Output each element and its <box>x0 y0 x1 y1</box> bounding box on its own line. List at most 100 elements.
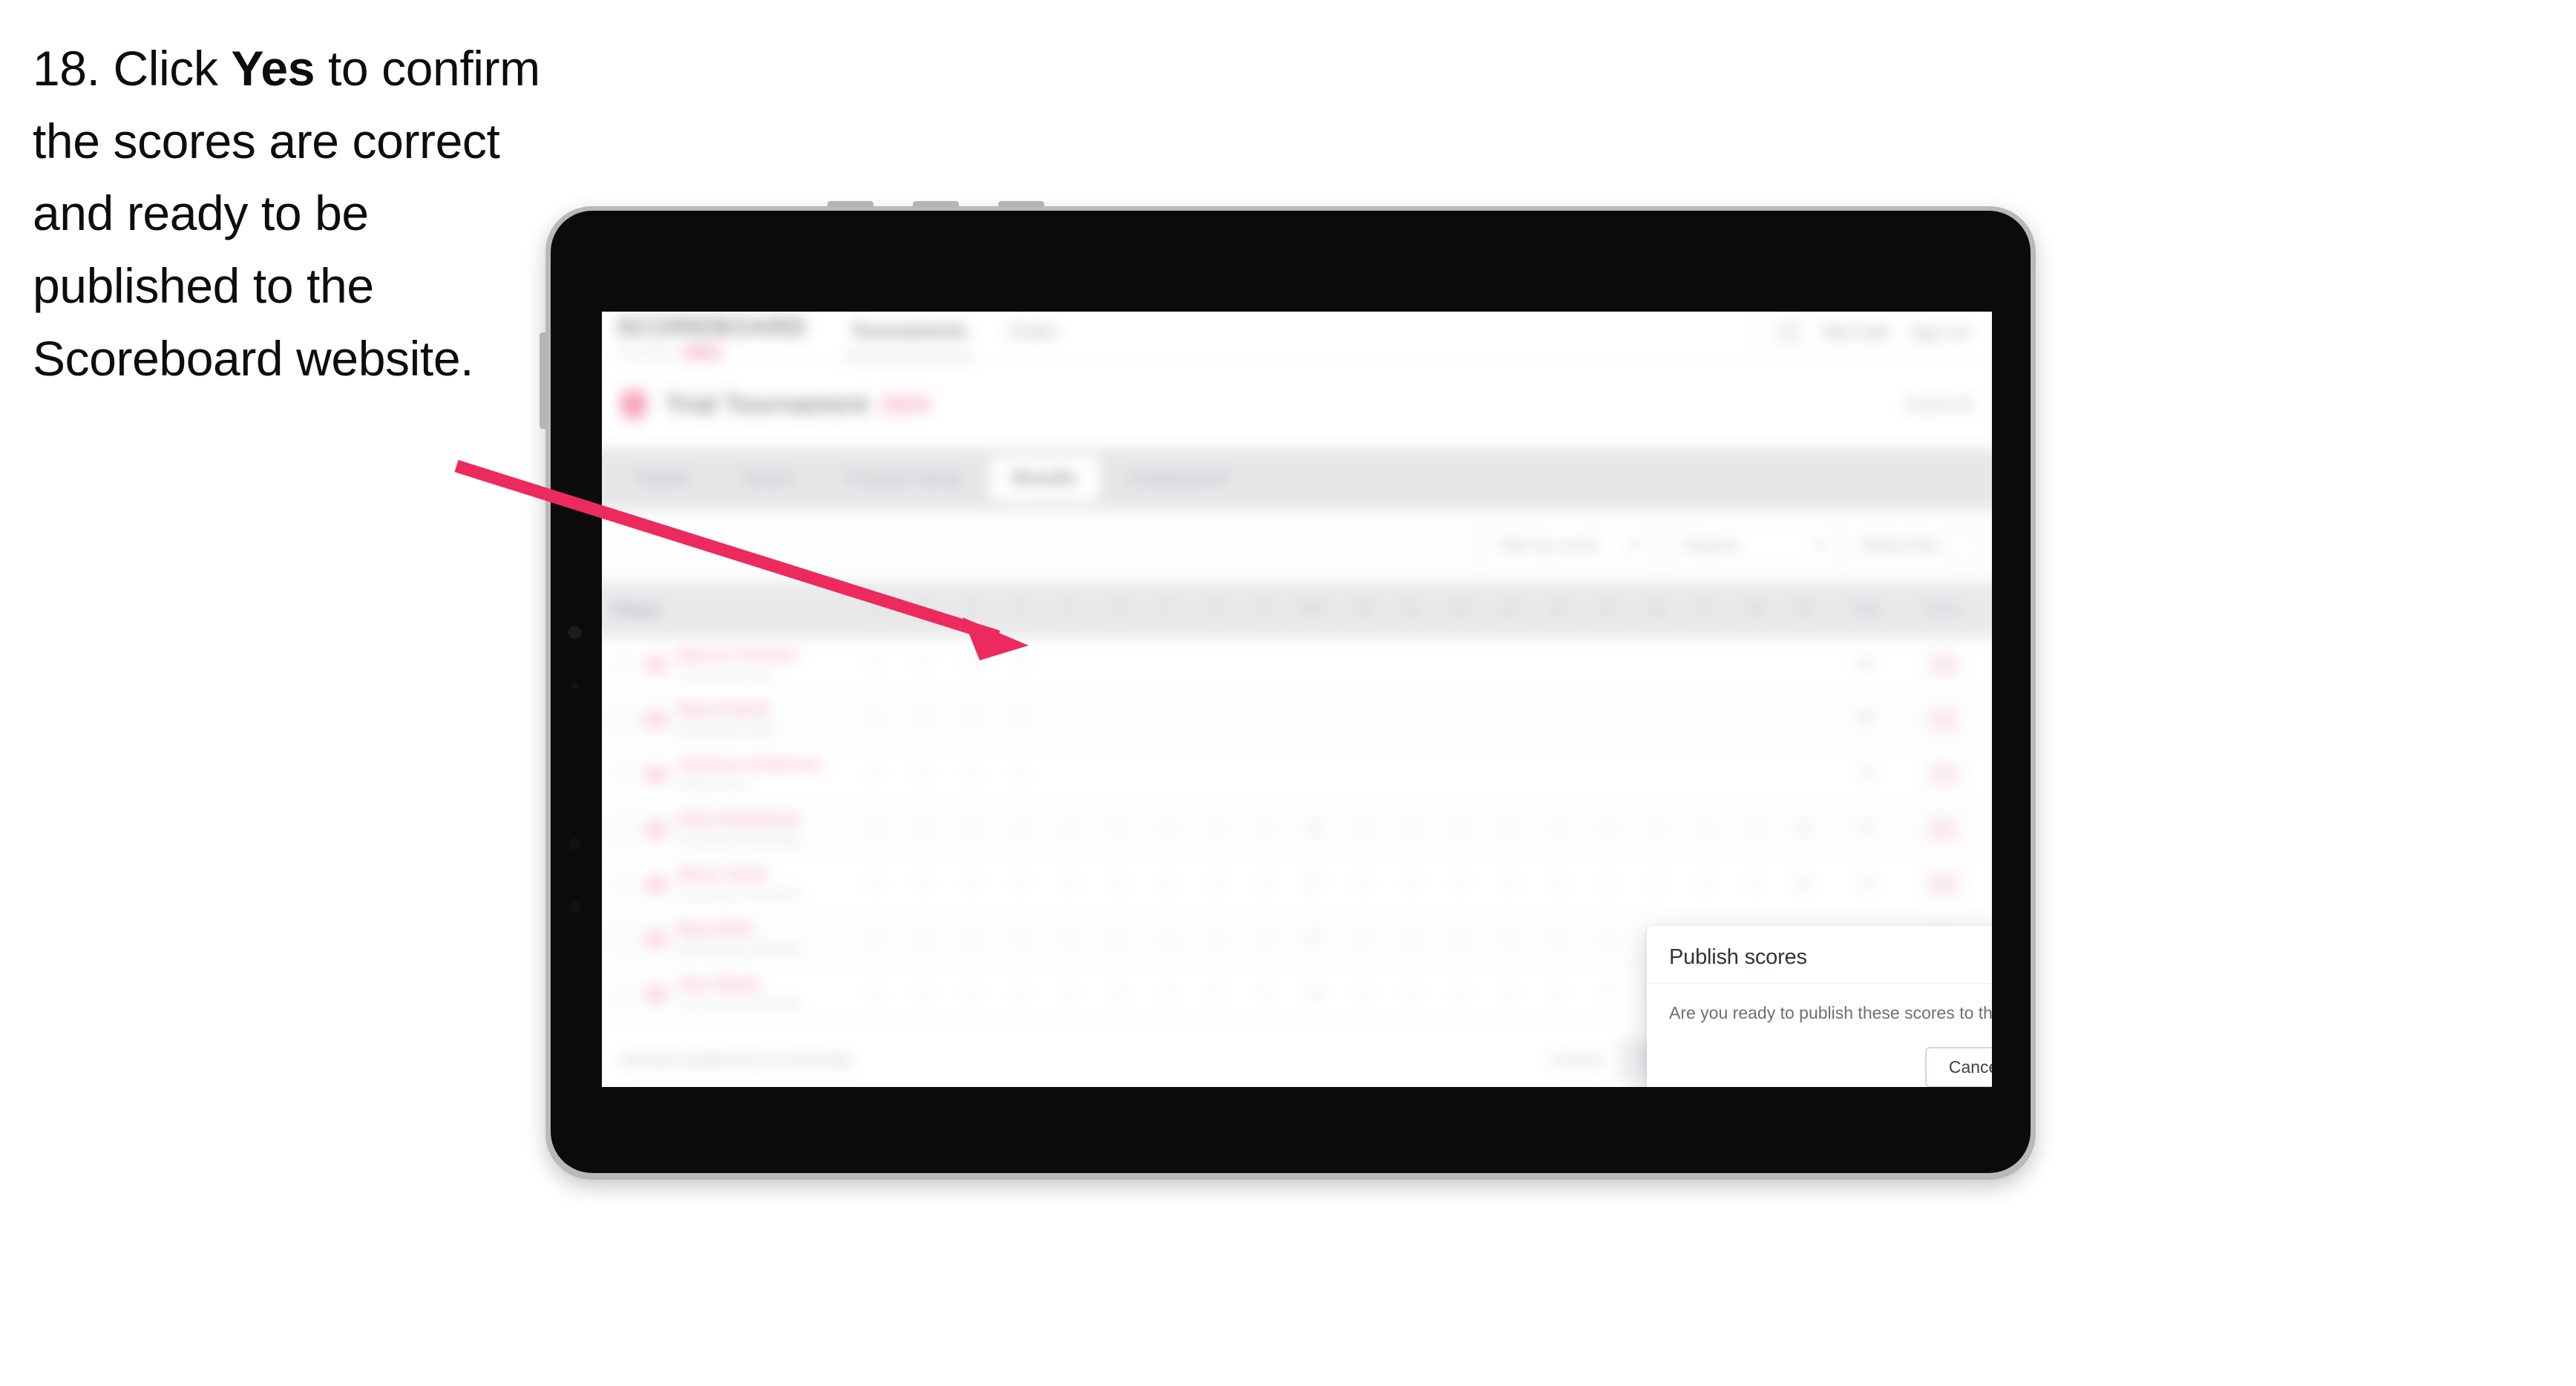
score-cell[interactable]: 4 <box>997 711 1046 728</box>
score-cell[interactable]: 5 <box>899 656 948 673</box>
score-cell[interactable]: 4 <box>1045 985 1094 1002</box>
score-cell[interactable]: 4 <box>1241 930 1290 947</box>
score-cell[interactable]: 38 <box>1290 985 1339 1002</box>
score-cell[interactable]: 4 <box>1241 821 1290 838</box>
score-cell[interactable]: 4 <box>1143 821 1192 838</box>
score-cell[interactable]: 4 <box>1485 876 1534 893</box>
nav-item-tournaments[interactable]: Tournaments <box>843 321 974 358</box>
score-cell[interactable]: 4 <box>997 821 1046 838</box>
totals-only-checkbox[interactable] <box>1949 531 1977 560</box>
score-cell[interactable]: 4 <box>1143 876 1192 893</box>
score-cell[interactable]: 4 <box>1583 821 1632 838</box>
score-cell[interactable]: 4 <box>899 876 948 893</box>
score-cell[interactable]: 4 <box>1583 876 1632 893</box>
score-cell[interactable]: 4 <box>1729 821 1778 838</box>
score-cell[interactable]: 4 <box>1680 821 1729 838</box>
score-cell[interactable]: 4 <box>1729 876 1778 893</box>
score-cell[interactable]: 4 <box>850 821 899 838</box>
score-cell[interactable]: 4 <box>850 985 899 1002</box>
score-cell[interactable]: 3 <box>948 711 997 728</box>
row-checkbox[interactable] <box>612 653 635 676</box>
cancel-button[interactable]: Cancel <box>1924 1047 1992 1087</box>
score-cell[interactable]: 4 <box>1192 930 1241 947</box>
user-avatar[interactable] <box>1777 320 1803 345</box>
score-cell[interactable]: 4 <box>948 821 997 838</box>
score-cell[interactable]: 4 <box>1143 985 1192 1002</box>
score-cell[interactable]: 4 <box>1680 876 1729 893</box>
totals-only-toggle[interactable]: Totals Only <box>1860 531 1977 560</box>
score-cell[interactable]: 4 <box>850 766 899 783</box>
sign-out-link[interactable]: Sign out <box>1910 323 1970 342</box>
score-cell[interactable]: 4 <box>948 876 997 893</box>
score-cell[interactable]: 4 <box>1045 876 1094 893</box>
score-cell[interactable]: 36 <box>1778 821 1827 838</box>
tablet-top-button-1[interactable] <box>827 201 874 207</box>
table-row[interactable]: Chris Robertson Tournament Township 4 4 4 4 4 5… <box>602 802 1992 858</box>
score-cell[interactable]: 4 <box>899 711 948 728</box>
score-cell[interactable]: 36 <box>1290 821 1339 838</box>
score-cell[interactable]: 4 <box>1485 985 1534 1002</box>
score-cell[interactable]: 4 <box>1387 821 1436 838</box>
table-row[interactable]: Oliver Grant Tournament Township 4 4 4 4 4 5 4 4 4… <box>602 857 1992 913</box>
score-cell[interactable]: 4 <box>1338 985 1387 1002</box>
tab-courses-setup[interactable]: Courses Setup <box>822 456 984 501</box>
score-cell[interactable]: 5 <box>1094 930 1143 947</box>
score-cell[interactable]: 4 <box>997 876 1046 893</box>
row-checkbox[interactable] <box>612 818 635 841</box>
app-brand[interactable]: SCOREBOARD Tournament BETA <box>617 313 807 360</box>
score-cell[interactable]: 4 <box>899 821 948 838</box>
score-cell[interactable]: 5 <box>1094 876 1143 893</box>
score-cell[interactable]: 4 <box>1583 985 1632 1002</box>
row-checkbox[interactable] <box>612 708 635 731</box>
score-cell[interactable]: 4 <box>948 985 997 1002</box>
score-cell[interactable]: 4 <box>850 711 899 728</box>
table-row[interactable]: Marcus Turnsen Tournament Club 4 5 3 4 68 -4 <box>602 637 1992 693</box>
score-cell[interactable]: 4 <box>1192 876 1241 893</box>
score-cell[interactable]: 5 <box>1094 985 1143 1002</box>
score-cell[interactable]: 37 <box>1290 876 1339 893</box>
nav-item-clubs[interactable]: Clubs <box>1009 321 1056 358</box>
tab-leaderboard[interactable]: Leaderboard <box>1105 456 1251 501</box>
footer-cancel-button[interactable]: Cancel <box>1551 1051 1602 1070</box>
score-cell[interactable]: 4 <box>1387 930 1436 947</box>
score-cell[interactable]: 4 <box>1338 930 1387 947</box>
table-row[interactable]: Ryan Farrell Tournament Club 4 4 3 4 69 -3 <box>602 692 1992 748</box>
score-cell[interactable]: 4 <box>1241 876 1290 893</box>
tablet-side-button[interactable] <box>540 332 546 429</box>
round-filter-select[interactable]: Filter by round ▾ <box>1483 523 1654 568</box>
score-cell[interactable]: 4 <box>1436 930 1485 947</box>
search-input[interactable] <box>617 545 1466 547</box>
score-cell[interactable]: 4 <box>1436 876 1485 893</box>
tablet-top-button-2[interactable] <box>913 201 959 207</box>
score-cell[interactable]: 4 <box>899 930 948 947</box>
score-cell[interactable]: 4 <box>850 930 899 947</box>
score-cell[interactable]: 4 <box>1436 985 1485 1002</box>
score-cell[interactable]: 3 <box>948 766 997 783</box>
score-cell[interactable]: 4 <box>997 985 1046 1002</box>
report-select[interactable]: Reports ▾ <box>1670 523 1841 568</box>
score-cell[interactable]: 4 <box>1241 985 1290 1002</box>
score-cell[interactable]: 4 <box>1338 821 1387 838</box>
tablet-top-button-3[interactable] <box>998 201 1044 207</box>
score-cell[interactable]: 4 <box>1192 985 1241 1002</box>
score-cell[interactable]: 4 <box>1534 985 1583 1002</box>
score-cell[interactable]: 4 <box>1534 930 1583 947</box>
score-cell[interactable]: 4 <box>997 656 1046 673</box>
tab-results[interactable]: Results <box>989 456 1099 502</box>
score-cell[interactable]: 4 <box>1583 930 1632 947</box>
score-cell[interactable]: 37 <box>1290 930 1339 947</box>
row-checkbox[interactable] <box>612 763 635 786</box>
score-cell[interactable]: 4 <box>948 930 997 947</box>
tab-details[interactable]: Details <box>614 456 712 501</box>
score-cell[interactable]: 5 <box>1094 821 1143 838</box>
score-cell[interactable]: 4 <box>899 985 948 1002</box>
row-checkbox[interactable] <box>612 927 635 950</box>
score-cell[interactable]: 4 <box>1534 821 1583 838</box>
score-cell[interactable]: 4 <box>1045 821 1094 838</box>
score-cell[interactable]: 4 <box>1338 876 1387 893</box>
score-cell[interactable]: 4 <box>997 766 1046 783</box>
table-row[interactable]: Cameron Anderson Parkes Club 4 5 3 4 70 -2 <box>602 747 1992 803</box>
score-cell[interactable]: 4 <box>850 656 899 673</box>
row-checkbox[interactable] <box>612 873 635 896</box>
score-cell[interactable]: 4 <box>997 930 1046 947</box>
